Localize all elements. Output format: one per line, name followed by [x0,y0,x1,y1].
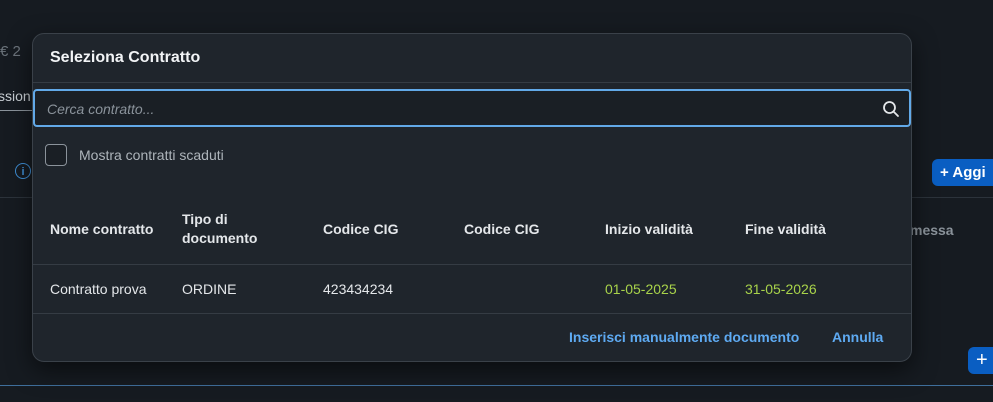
cell-doc-type: ORDINE [182,281,237,297]
background-amount-text: € 2 [0,43,21,60]
contracts-table: Nome contratto Tipo di documento Codice … [33,194,911,314]
column-header-name: Nome contratto [50,220,154,237]
table-header: Nome contratto Tipo di documento Codice … [33,194,911,265]
background-input-field[interactable]: ssion [0,82,34,111]
dialog-title: Seleziona Contratto [50,49,201,66]
search-field[interactable] [33,89,911,127]
show-expired-label: Mostra contratti scaduti [79,147,224,163]
search-input[interactable] [45,91,869,127]
show-expired-checkbox[interactable] [45,144,67,166]
info-icon[interactable]: i [15,163,31,179]
column-header-doc-type: Tipo di documento [182,211,258,246]
plus-icon: + [940,164,953,181]
column-header-start: Inizio validità [605,220,693,237]
cell-start-date: 01-05-2025 [605,281,677,297]
manual-entry-button[interactable]: Inserisci manualmente documento [569,329,799,345]
cell-cig: 423434234 [323,281,394,297]
search-icon[interactable] [882,100,900,118]
cancel-button[interactable]: Annulla [832,329,883,345]
background-plus-button[interactable]: + [968,347,993,374]
column-header-cig-2: Codice CIG [464,220,540,237]
cell-end-date: 31-05-2026 [745,281,817,297]
select-contract-dialog: Seleziona Contratto Mostra contratti sca… [32,33,912,362]
column-header-end: Fine validità [745,220,826,237]
table-row[interactable]: Contratto prova ORDINE 423434234 01-05-2… [33,265,911,314]
background-add-button[interactable]: + Aggi [932,159,993,186]
cell-name: Contratto prova [50,281,147,297]
plus-icon: + [976,349,988,371]
column-header-cig: Codice CIG [323,220,399,237]
show-expired-row[interactable]: Mostra contratti scaduti [45,143,224,167]
background-column-header: messa [910,222,954,238]
background-add-button-label: Aggi [952,164,986,181]
background-divider-blue [0,385,993,386]
